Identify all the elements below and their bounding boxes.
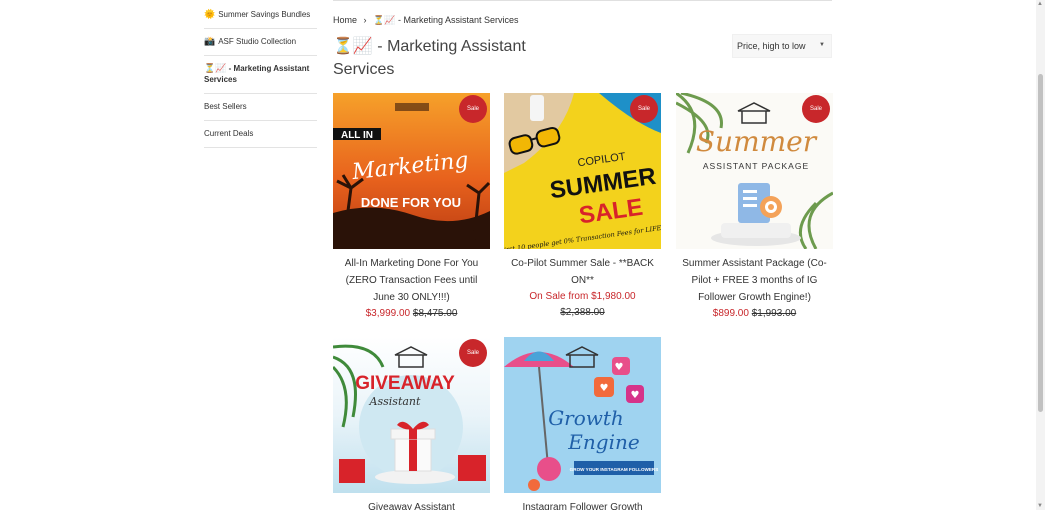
sale-badge: Sale	[459, 339, 487, 367]
p3-bot-text: ASSISTANT PACKAGE	[703, 161, 809, 171]
p4-top-text: GIVEAWAY	[355, 373, 455, 394]
sidebar-item-label: ⏳📈 - Marketing Assistant Services	[204, 63, 317, 85]
sidebar-item-marketing-assistant[interactable]: ⏳📈 - Marketing Assistant Services	[204, 56, 317, 94]
breadcrumb-current: ⏳📈 - Marketing Assistant Services	[373, 15, 519, 25]
compare-price: $1,993.00	[751, 308, 797, 319]
sidebar-item-best-sellers[interactable]: Best Sellers	[204, 94, 317, 121]
compare-price: $8,475.00	[412, 308, 458, 319]
scroll-down-arrow-icon[interactable]: ▼	[1037, 503, 1043, 509]
scroll-up-arrow-icon[interactable]: ▲	[1037, 1, 1043, 7]
product-card-summer-assistant[interactable]: Summer ASSISTANT PACKAGE Sale Summer Ass…	[676, 93, 833, 322]
product-image[interactable]: COPILOT SUMMER SALE First 10 people get …	[504, 93, 661, 249]
page-title: ⏳📈 - Marketing Assistant Services	[333, 38, 526, 78]
breadcrumb-separator: ›	[363, 15, 367, 25]
breadcrumb-home-link[interactable]: Home	[333, 15, 357, 25]
sale-badge: Sale	[459, 95, 487, 123]
p5-bot-text: GROW YOUR INSTAGRAM FOLLOWERS	[570, 467, 659, 472]
breadcrumb: Home › ⏳📈 - Marketing Assistant Services	[333, 15, 519, 26]
p3-top-text: Summer	[696, 125, 818, 158]
product-price: $3,999.00 $8,475.00	[333, 306, 490, 322]
compare-price: $2,388.00	[560, 307, 605, 318]
p5-mid-text: Engine	[567, 430, 639, 454]
sidebar-item-label: ASF Studio Collection	[218, 37, 297, 46]
product-title[interactable]: Co-Pilot Summer Sale - **BACK ON**	[504, 255, 661, 289]
chevron-down-icon: ▼	[819, 42, 825, 48]
product-card-instagram-growth[interactable]: ♥ ♥ ♥ Growth Engine GROW YOUR INSTAGRAM …	[504, 337, 661, 510]
sidebar-item-current-deals[interactable]: Current Deals	[204, 121, 317, 148]
sale-badge: Sale	[802, 95, 830, 123]
page-scrollbar[interactable]: ▲ ▼	[1036, 0, 1045, 510]
sidebar-item-label: Summer Savings Bundles	[218, 10, 311, 19]
sort-select-value: Price, high to low	[737, 41, 806, 51]
sale-badge: Sale	[630, 95, 658, 123]
hourglass-chart-icon: ⏳📈	[204, 63, 227, 73]
svg-text:♥: ♥	[631, 390, 640, 401]
product-card-copilot-summer[interactable]: COPILOT SUMMER SALE First 10 people get …	[504, 93, 661, 321]
sidebar-item-summer-savings[interactable]: 🌞 Summer Savings Bundles	[204, 2, 317, 29]
sidebar-item-asf-studio[interactable]: 📸 ASF Studio Collection	[204, 29, 317, 56]
sidebar-item-label: Best Sellers	[204, 102, 247, 111]
product-image[interactable]: Summer ASSISTANT PACKAGE Sale	[676, 93, 833, 249]
sun-icon: 🌞	[204, 9, 216, 19]
sidebar-item-label: Current Deals	[204, 129, 254, 138]
p4-bot-text: Assistant	[369, 395, 421, 408]
product-title[interactable]: Giveaway Assistant	[333, 499, 490, 510]
svg-text:♥: ♥	[615, 362, 624, 373]
sort-select[interactable]: Price, high to low ▼	[732, 34, 832, 58]
product-price: $899.00 $1,993.00	[676, 306, 833, 322]
product-title[interactable]: Instagram Follower Growth	[504, 499, 661, 510]
sale-price: $899.00	[712, 308, 749, 319]
product-card-giveaway-assistant[interactable]: GIVEAWAY Assistant Sale Giveaway Assista…	[333, 337, 490, 510]
p1-bot-text: DONE FOR YOU	[361, 195, 461, 210]
product-image[interactable]: ♥ ♥ ♥ Growth Engine GROW YOUR INSTAGRAM …	[504, 337, 661, 493]
svg-text:♥: ♥	[600, 383, 609, 394]
scrollbar-thumb[interactable]	[1038, 74, 1043, 412]
product-title[interactable]: Summer Assistant Package (Co-Pilot + FRE…	[676, 255, 833, 306]
header-divider	[333, 0, 832, 1]
p5-top-text: Growth	[548, 406, 624, 430]
p1-top-text: ALL IN	[341, 130, 373, 141]
product-card-all-in-marketing[interactable]: ALL IN Marketing DONE FOR YOU Sale All-I…	[333, 93, 490, 322]
growth-engine-image: ♥ ♥ ♥ Growth Engine GROW YOUR INSTAGRAM …	[504, 337, 661, 493]
product-price: On Sale from $1,980.00 $2,388.00	[504, 289, 661, 321]
sale-price: $3,999.00	[365, 308, 411, 319]
product-title[interactable]: All-In Marketing Done For You (ZERO Tran…	[333, 255, 490, 306]
product-image[interactable]: ALL IN Marketing DONE FOR YOU Sale	[333, 93, 490, 249]
collection-sidebar: 🌞 Summer Savings Bundles 📸 ASF Studio Co…	[204, 2, 317, 148]
camera-icon: 📸	[204, 36, 216, 46]
sale-price: On Sale from $1,980.00	[529, 291, 636, 302]
product-image[interactable]: GIVEAWAY Assistant Sale	[333, 337, 490, 493]
